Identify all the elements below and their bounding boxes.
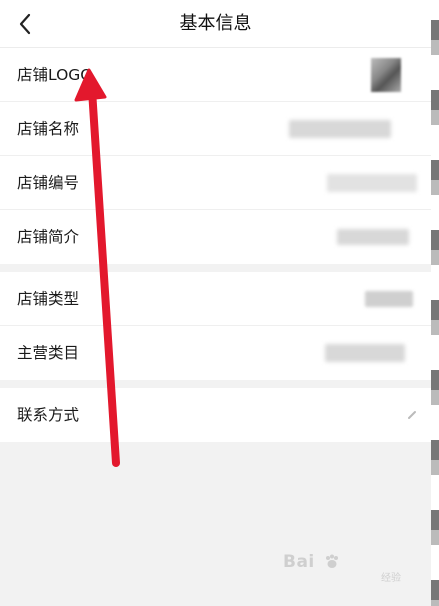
screen-edge xyxy=(431,0,439,606)
paw-icon xyxy=(326,554,338,568)
nav-header: 基本信息 xyxy=(0,0,431,48)
redacted-value xyxy=(337,229,409,245)
row-shop-intro[interactable]: 店铺简介 xyxy=(0,210,431,264)
shop-logo-thumbnail[interactable] xyxy=(371,58,401,92)
app-screen: 基本信息 店铺LOGO 店铺名称 店铺编号 店铺简介 店铺类型 主营类目 联系方… xyxy=(0,0,431,606)
row-label: 店铺编号 xyxy=(17,174,80,192)
group-category: 店铺类型 主营类目 xyxy=(0,272,431,380)
row-shop-id[interactable]: 店铺编号 xyxy=(0,156,431,210)
redacted-value xyxy=(289,119,391,138)
page-title: 基本信息 xyxy=(179,13,252,34)
watermark-brand: Bai xyxy=(283,552,315,572)
row-label: 店铺简介 xyxy=(17,228,80,246)
chevron-right-icon xyxy=(408,411,416,419)
row-contact[interactable]: 联系方式 xyxy=(0,388,431,442)
row-label: 店铺名称 xyxy=(17,120,80,138)
row-shop-type[interactable]: 店铺类型 xyxy=(0,272,431,326)
row-label: 联系方式 xyxy=(17,406,80,424)
group-contact: 联系方式 xyxy=(0,388,431,442)
row-shop-logo[interactable]: 店铺LOGO xyxy=(0,48,431,102)
redacted-value xyxy=(327,173,417,192)
row-label: 店铺LOGO xyxy=(17,66,93,84)
watermark-suffix: 经验 xyxy=(381,573,401,584)
redacted-value xyxy=(325,344,405,362)
row-shop-name[interactable]: 店铺名称 xyxy=(0,102,431,156)
watermark-logo: Bai 经验 xyxy=(283,550,401,584)
row-main-category[interactable]: 主营类目 xyxy=(0,326,431,380)
row-label: 店铺类型 xyxy=(17,290,80,308)
redacted-value xyxy=(365,290,413,307)
group-basic: 店铺LOGO 店铺名称 店铺编号 店铺简介 xyxy=(0,48,431,264)
row-label: 主营类目 xyxy=(17,344,80,362)
